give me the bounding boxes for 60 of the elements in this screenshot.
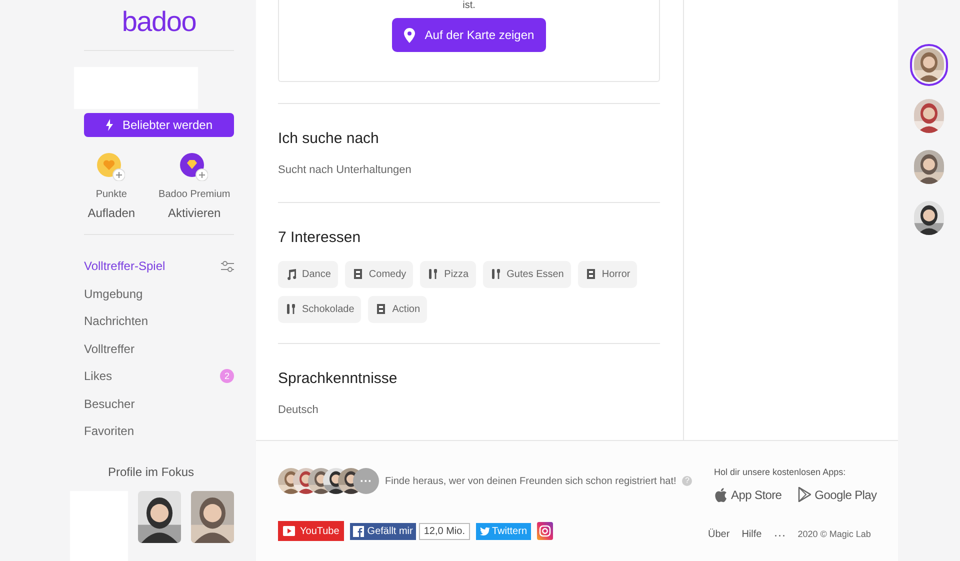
section-heading: Sprachkenntnisse: [278, 368, 398, 388]
bird-icon: [480, 526, 490, 536]
nav-item[interactable]: Volltreffer-Spiel: [84, 257, 166, 276]
interest-chip[interactable]: Dance: [278, 260, 338, 288]
instagram-icon[interactable]: [537, 522, 554, 540]
interest-chip[interactable]: Gutes Essen: [482, 260, 571, 288]
play-icon: [283, 526, 295, 536]
interest-chip[interactable]: Action: [368, 296, 428, 322]
interest-chip[interactable]: Comedy: [344, 260, 414, 288]
wallet-title: Punkte: [96, 188, 127, 202]
map-pin-icon: [404, 28, 415, 42]
facebook-icon: [353, 526, 364, 536]
film-icon: [375, 303, 388, 315]
google-play-link[interactable]: Google Play: [798, 486, 877, 504]
interest-chip[interactable]: Pizza: [420, 260, 476, 288]
app-store-link[interactable]: App Store: [714, 486, 782, 504]
diamond-badge-icon: [180, 152, 208, 180]
section-title: Profile im Fokus: [106, 464, 196, 481]
copyright-text: 2020 © Magic Lab: [798, 528, 871, 541]
section-text: Deutsch: [278, 402, 320, 418]
boost-button[interactable]: Beliebter werden: [84, 112, 234, 136]
friends-invite-text: Finde heraus, wer von deinen Freunden sich schon registriert hat!: [385, 474, 676, 488]
facebook-like-button[interactable]: Gefällt mir: [350, 522, 416, 540]
section-heading: Ich suche nach: [278, 129, 380, 149]
count-badge: 2: [220, 369, 234, 384]
like-count: 12,0 Mio.: [418, 522, 470, 540]
film-icon: [352, 268, 364, 280]
nav-item[interactable]: Favoriten: [84, 422, 134, 440]
nav-item[interactable]: Likes: [84, 367, 112, 386]
logo[interactable]: badoo: [122, 4, 196, 40]
heart-coin-icon: [97, 152, 126, 180]
film-icon: [584, 268, 597, 280]
cutlery-icon: [427, 268, 440, 280]
wallet-action-link[interactable]: Aktivieren: [168, 204, 221, 222]
wallet-action-link[interactable]: Aufladen: [88, 204, 136, 222]
section-text: Sucht nach Unterhaltungen: [278, 163, 412, 178]
nav-item[interactable]: Volltreffer: [84, 340, 134, 358]
nav-item[interactable]: Nachrichten: [84, 312, 148, 330]
nav-item[interactable]: Besucher: [84, 394, 135, 413]
interest-chip[interactable]: Horror: [578, 260, 638, 288]
nav-item[interactable]: Umgebung: [84, 284, 143, 303]
show-on-map-button[interactable]: Auf der Karte zeigen: [392, 18, 546, 52]
interest-chip[interactable]: Schokolade: [278, 296, 362, 322]
rail-avatar[interactable]: [910, 44, 948, 86]
cutlery-icon: [285, 303, 297, 315]
location-text: ist.: [462, 1, 476, 11]
youtube-button[interactable]: YouTube: [278, 521, 344, 541]
twitter-button[interactable]: Twittern: [476, 522, 532, 540]
play-store-icon: [798, 487, 811, 502]
section-heading: 7 Interessen: [278, 228, 362, 248]
footer-link[interactable]: Über: [708, 527, 730, 542]
cutlery-icon: [490, 268, 502, 280]
music-note-icon: [285, 268, 297, 280]
wallet-title: Badoo Premium: [158, 188, 230, 202]
footer-link[interactable]: Hilfe: [742, 527, 762, 542]
lightning-icon: [105, 118, 114, 131]
apps-title: Hol dir unsere kostenlosen Apps:: [714, 466, 846, 479]
more-links-button[interactable]: ···: [774, 526, 786, 544]
filter-sliders-icon[interactable]: [221, 260, 234, 273]
apple-icon: [714, 486, 727, 502]
